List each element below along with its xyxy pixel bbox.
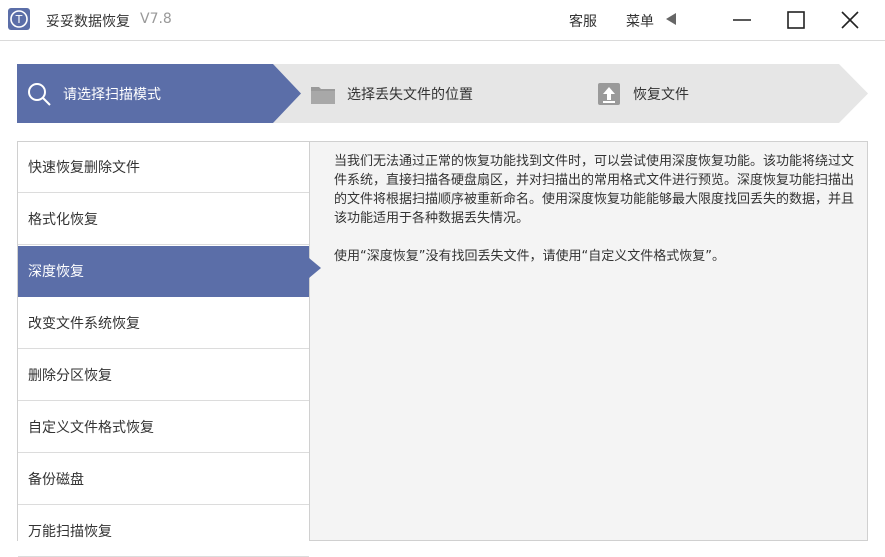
- description-paragraph: 当我们无法通过正常的恢复功能找到文件时，可以尝试使用深度恢复功能。该功能将绕过文…: [334, 154, 855, 226]
- step-select-location[interactable]: 选择丢失文件的位置: [309, 64, 473, 123]
- sidebar-item-filesystem-recovery[interactable]: 改变文件系统恢复: [18, 298, 309, 349]
- folder-icon: [311, 86, 335, 104]
- restore-icon: [598, 82, 620, 105]
- sidebar-item-partition-recovery[interactable]: 删除分区恢复: [18, 350, 309, 401]
- active-item-pointer: [309, 258, 321, 278]
- sidebar-item-custom-format-recovery[interactable]: 自定义文件格式恢复: [18, 402, 309, 453]
- sidebar-item-backup-disk[interactable]: 备份磁盘: [18, 454, 309, 505]
- main-panel: 快速恢复删除文件 格式化恢复 深度恢复 改变文件系统恢复 删除分区恢复 自定义文…: [17, 141, 868, 557]
- step-label: 恢复文件: [633, 86, 689, 103]
- sidebar-item-universal-scan[interactable]: 万能扫描恢复: [18, 506, 309, 557]
- step-scan-mode[interactable]: 请选择扫描模式: [25, 64, 161, 123]
- step-label: 请选择扫描模式: [63, 86, 161, 103]
- mode-description: 当我们无法通过正常的恢复功能找到文件时，可以尝试使用深度恢复功能。该功能将绕过文…: [334, 152, 854, 285]
- svg-text:T: T: [15, 13, 23, 26]
- app-version: V7.8: [140, 11, 172, 27]
- step-label: 选择丢失文件的位置: [347, 86, 473, 103]
- app-logo-icon: T: [8, 8, 30, 30]
- minimize-icon[interactable]: [730, 8, 754, 32]
- sidebar-item-format-recovery[interactable]: 格式化恢复: [18, 194, 309, 245]
- triangle-left-icon[interactable]: [664, 12, 678, 26]
- search-icon: [28, 82, 51, 106]
- maximize-icon[interactable]: [784, 8, 808, 32]
- step-recover-files[interactable]: 恢复文件: [595, 64, 689, 123]
- recovery-mode-list: 快速恢复删除文件 格式化恢复 深度恢复 改变文件系统恢复 删除分区恢复 自定义文…: [18, 142, 310, 557]
- service-button[interactable]: 客服: [569, 11, 597, 31]
- steps-bar: 请选择扫描模式 选择丢失文件的位置 恢复文件: [17, 64, 868, 123]
- title-bar: T 妥妥数据恢复 V7.8 客服 菜单: [0, 0, 885, 41]
- sidebar-item-deep-recovery[interactable]: 深度恢复: [18, 246, 309, 297]
- sidebar-item-quick-recovery[interactable]: 快速恢复删除文件: [18, 142, 309, 193]
- description-hint: 使用“深度恢复”没有找回丢失文件，请使用“自定义文件格式恢复”。: [334, 249, 725, 264]
- menu-button[interactable]: 菜单: [626, 11, 654, 31]
- close-icon[interactable]: [838, 8, 862, 32]
- app-name: 妥妥数据恢复: [46, 14, 130, 30]
